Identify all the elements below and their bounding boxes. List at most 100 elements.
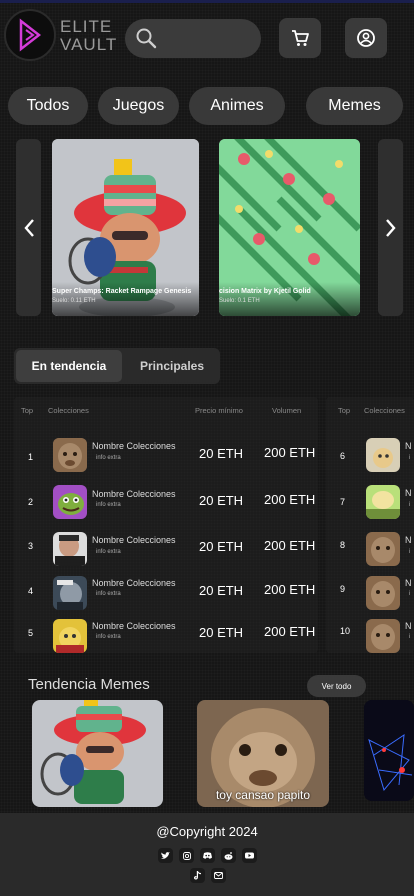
- collection-info: info extra: [96, 591, 121, 597]
- category-memes[interactable]: Memes: [306, 87, 403, 125]
- meme-card-1[interactable]: [32, 700, 163, 807]
- collection-name: N: [405, 535, 412, 545]
- row-rank: 9: [340, 584, 346, 594]
- carousel-card-2[interactable]: cision Matrix by Kjetil Golid Suelo: 0.1…: [219, 139, 360, 316]
- top-accent-line: [0, 0, 414, 3]
- chevron-right-icon: [385, 218, 396, 237]
- cart-icon: [292, 30, 309, 46]
- collection-volume: 200 ETH: [264, 624, 316, 639]
- collection-info: i: [409, 549, 411, 555]
- collection-info: info extra: [96, 549, 121, 555]
- collection-name: Nombre Colecciones: [92, 535, 176, 545]
- collection-thumbnail: [53, 438, 87, 472]
- row-rank: 4: [28, 586, 34, 596]
- meme-3-image: [364, 700, 414, 801]
- footer: @Copyright 2024: [0, 813, 414, 896]
- category-todos[interactable]: Todos: [8, 87, 88, 125]
- row-rank: 1: [28, 452, 34, 462]
- discord-icon[interactable]: [200, 848, 215, 863]
- account-button[interactable]: [345, 18, 387, 58]
- collection-min-price: 20 ETH: [199, 493, 244, 508]
- collection-info: i: [409, 455, 411, 461]
- collection-name: N: [405, 621, 412, 631]
- carousel-card-1[interactable]: Super Champs: Racket Rampage Genesis Sue…: [52, 139, 199, 316]
- search-icon: [136, 28, 157, 49]
- memes-section-title: Tendencia Memes: [28, 676, 150, 693]
- category-juegos[interactable]: Juegos: [98, 87, 179, 125]
- card-1-title: Super Champs: Racket Rampage Genesis: [52, 288, 192, 295]
- card-1-price: Suelo: 0.11 ETH: [52, 298, 96, 304]
- collection-volume: 200 ETH: [264, 582, 316, 597]
- row-rank: 3: [28, 541, 34, 551]
- tiktok-icon[interactable]: [190, 868, 205, 883]
- collection-volume: 200 ETH: [264, 492, 316, 507]
- reddit-icon[interactable]: [221, 848, 236, 863]
- table-panel-left: [14, 397, 318, 653]
- collection-min-price: 20 ETH: [199, 539, 244, 554]
- collection-name: Nombre Colecciones: [92, 441, 176, 451]
- collection-name: Nombre Colecciones: [92, 621, 176, 631]
- user-icon: [357, 29, 375, 47]
- carousel-prev-button[interactable]: [16, 139, 41, 316]
- row-rank: 6: [340, 451, 346, 461]
- card-1-caption: Super Champs: Racket Rampage Genesis Sue…: [52, 282, 199, 316]
- category-animes[interactable]: Animes: [189, 87, 285, 125]
- collection-name: Nombre Colecciones: [92, 489, 176, 499]
- collection-tabs: En tendencia Principales: [14, 348, 220, 384]
- collection-name: N: [405, 488, 412, 498]
- collection-info: i: [409, 502, 411, 508]
- collection-thumbnail: [53, 532, 87, 566]
- collection-name: N: [405, 441, 412, 451]
- instagram-icon[interactable]: [179, 848, 194, 863]
- logo-icon: [19, 18, 42, 52]
- row-rank: 8: [340, 540, 346, 550]
- collection-min-price: 20 ETH: [199, 583, 244, 598]
- collection-info: info extra: [96, 634, 121, 640]
- collection-info: i: [409, 591, 411, 597]
- collection-volume: 200 ETH: [264, 538, 316, 553]
- copyright: @Copyright 2024: [156, 824, 258, 839]
- collection-thumbnail: [53, 619, 87, 653]
- youtube-icon[interactable]: [242, 848, 257, 863]
- collection-name: N: [405, 578, 412, 588]
- collection-min-price: 20 ETH: [199, 625, 244, 640]
- collection-thumbnail: [53, 576, 87, 610]
- collection-info: info extra: [96, 502, 121, 508]
- collection-thumbnail: [366, 576, 400, 610]
- collection-volume: 200 ETH: [264, 445, 316, 460]
- brand-name: ELITE VAULT: [60, 18, 117, 54]
- collection-info: info extra: [96, 455, 121, 461]
- card-2-price: Suelo: 0.1 ETH: [219, 298, 260, 304]
- collection-min-price: 20 ETH: [199, 446, 244, 461]
- row-rank: 7: [340, 497, 346, 507]
- collection-thumbnail: [53, 485, 87, 519]
- twitter-icon[interactable]: [158, 848, 173, 863]
- collection-info: i: [409, 634, 411, 640]
- row-rank: 2: [28, 497, 34, 507]
- logo[interactable]: [4, 9, 56, 61]
- card-2-title: cision Matrix by Kjetil Golid: [219, 288, 311, 295]
- tab-en-tendencia[interactable]: En tendencia: [16, 350, 122, 382]
- collection-thumbnail: [366, 438, 400, 472]
- brand-line-1: ELITE: [60, 17, 113, 36]
- table-panel-right: [326, 397, 414, 653]
- search-input[interactable]: [125, 19, 261, 58]
- row-rank: 10: [340, 626, 351, 636]
- collection-thumbnail: [366, 619, 400, 653]
- mail-icon[interactable]: [211, 868, 226, 883]
- collection-thumbnail: [366, 485, 400, 519]
- brand-line-2: VAULT: [60, 35, 118, 54]
- see-all-button[interactable]: Ver todo: [307, 675, 366, 697]
- chevron-left-icon: [23, 218, 34, 237]
- meme-1-image: [32, 700, 163, 807]
- collection-name: Nombre Colecciones: [92, 578, 176, 588]
- cart-button[interactable]: [279, 18, 321, 58]
- tab-principales[interactable]: Principales: [126, 350, 218, 382]
- row-rank: 5: [28, 628, 34, 638]
- meme-card-3[interactable]: [364, 700, 414, 801]
- collection-thumbnail: [366, 532, 400, 566]
- meme-card-2[interactable]: toy cansao papito: [197, 700, 329, 807]
- meme-2-caption: toy cansao papito: [215, 788, 311, 802]
- carousel-next-button[interactable]: [378, 139, 403, 316]
- card-2-caption: cision Matrix by Kjetil Golid Suelo: 0.1…: [219, 282, 360, 316]
